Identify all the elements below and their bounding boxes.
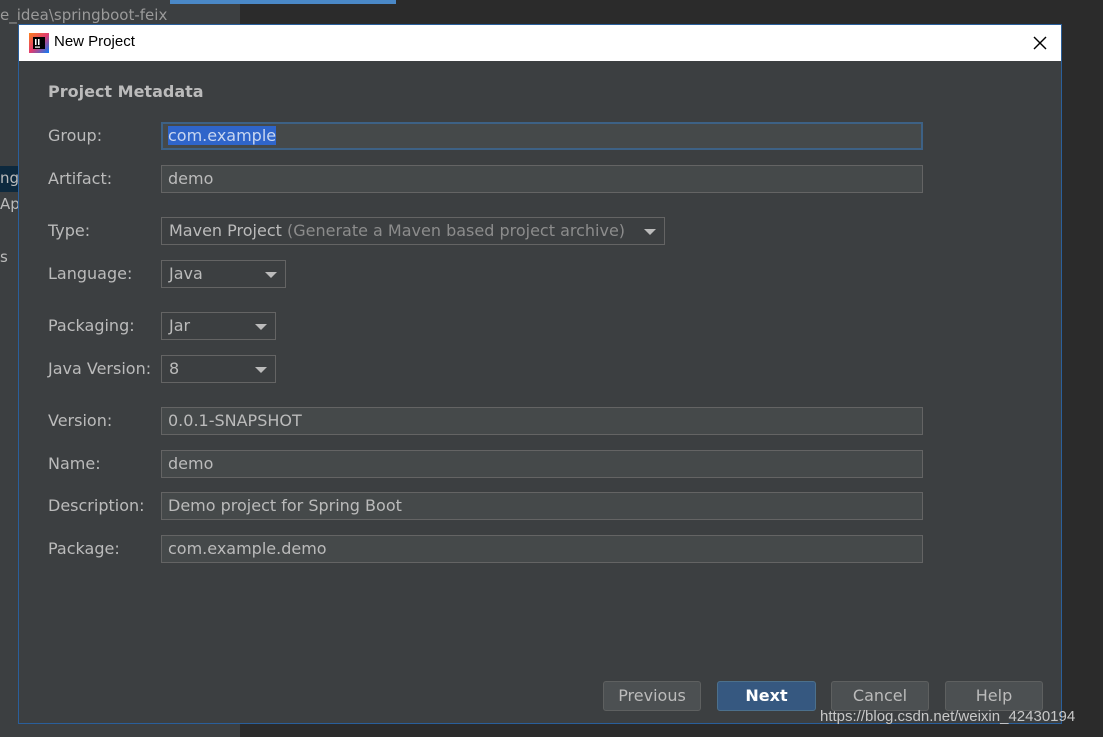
type-hint: (Generate a Maven based project archive) (286, 221, 626, 240)
group-field[interactable]: com.example (161, 122, 923, 150)
intellij-idea-icon (29, 33, 49, 53)
artifact-field[interactable]: demo (161, 165, 923, 193)
package-label: Package: (48, 539, 120, 558)
tree-item-fragment: s (0, 248, 8, 266)
section-title: Project Metadata (48, 82, 204, 101)
chevron-down-icon (265, 272, 277, 278)
editor-tab (170, 0, 396, 4)
name-label: Name: (48, 454, 101, 473)
help-button[interactable]: Help (945, 681, 1043, 711)
group-value: com.example (168, 126, 277, 145)
language-value: Java (169, 264, 203, 283)
language-label: Language: (48, 264, 133, 283)
package-field[interactable]: com.example.demo (161, 535, 923, 563)
java-version-label: Java Version: (48, 359, 152, 378)
type-value: Maven Project (169, 221, 282, 240)
packaging-dropdown[interactable]: Jar (161, 312, 276, 340)
java-version-value: 8 (169, 359, 180, 378)
java-version-dropdown[interactable]: 8 (161, 355, 276, 383)
artifact-label: Artifact: (48, 169, 113, 188)
dialog-titlebar: New Project (19, 25, 1061, 61)
chevron-down-icon (255, 324, 267, 330)
type-dropdown[interactable]: Maven Project (Generate a Maven based pr… (161, 217, 665, 245)
previous-button[interactable]: Previous (603, 681, 701, 711)
next-button[interactable]: Next (717, 681, 816, 711)
version-field[interactable]: 0.0.1-SNAPSHOT (161, 407, 923, 435)
new-project-dialog: New Project Project Metadata Group: com.… (18, 24, 1062, 724)
tree-item-fragment: Ap (0, 195, 20, 213)
dialog-title: New Project (54, 33, 135, 50)
watermark: https://blog.csdn.net/weixin_42430194 (820, 708, 1076, 725)
type-label: Type: (48, 221, 91, 240)
version-label: Version: (48, 411, 113, 430)
cancel-button[interactable]: Cancel (831, 681, 929, 711)
chevron-down-icon (255, 367, 267, 373)
packaging-value: Jar (169, 316, 191, 335)
language-dropdown[interactable]: Java (161, 260, 286, 288)
description-field[interactable]: Demo project for Spring Boot (161, 492, 923, 520)
chevron-down-icon (644, 229, 656, 235)
close-icon[interactable] (1025, 29, 1055, 57)
name-field[interactable]: demo (161, 450, 923, 478)
group-label: Group: (48, 126, 103, 145)
description-label: Description: (48, 496, 145, 515)
packaging-label: Packaging: (48, 316, 135, 335)
